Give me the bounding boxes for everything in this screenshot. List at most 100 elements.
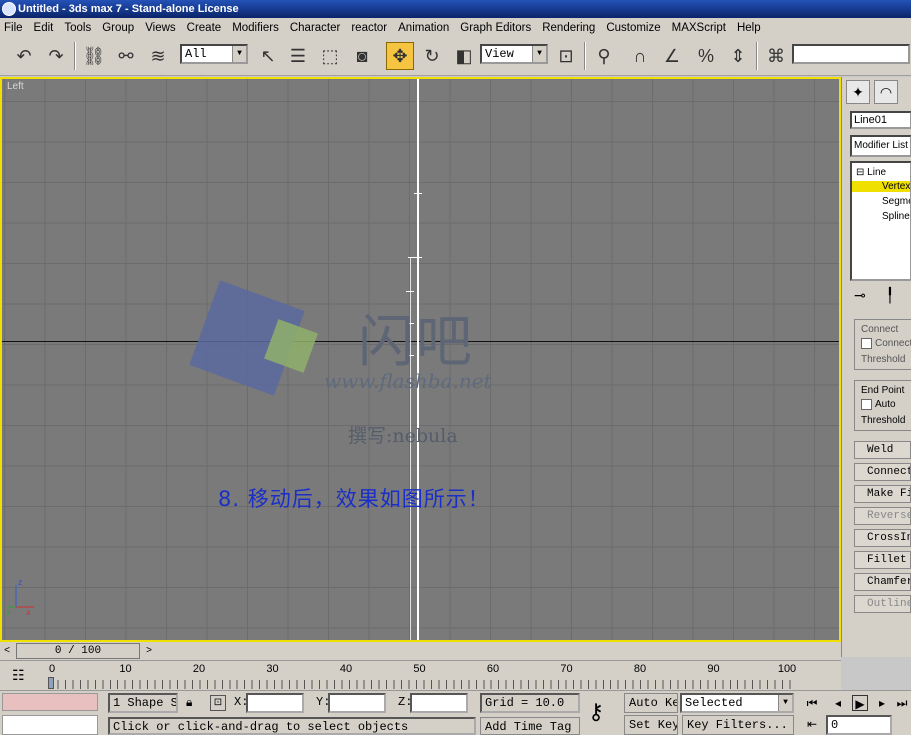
vertex-tick[interactable]: [414, 193, 422, 194]
bind-space-warp-icon[interactable]: ≋: [144, 42, 172, 70]
select-and-manipulate-icon[interactable]: ⚲: [590, 42, 618, 70]
maxscript-input[interactable]: [2, 715, 98, 735]
time-slider[interactable]: < 0 / 100 >: [0, 642, 841, 660]
x-coordinate-field[interactable]: [246, 693, 304, 713]
current-frame-marker[interactable]: [48, 677, 54, 689]
menu-tools[interactable]: Tools: [64, 22, 91, 34]
crossinsert-button[interactable]: CrossInsert: [854, 529, 911, 548]
key-mode-dropdown[interactable]: Selected ▼: [680, 693, 794, 713]
play-icon[interactable]: ▶: [852, 695, 868, 711]
reverse-button[interactable]: Reverse: [854, 507, 911, 526]
previous-frame-icon[interactable]: ◂: [830, 695, 846, 711]
select-and-move-icon[interactable]: ✥: [386, 42, 414, 70]
next-frame-icon[interactable]: ▸: [874, 695, 890, 711]
menu-customize[interactable]: Customize: [606, 22, 660, 34]
track-bar[interactable]: ☷ 0 10 20 30 40 50 60 70 80 90 100: [0, 660, 841, 690]
track-bar-tick-label: 80: [633, 663, 647, 675]
auto-weld-checkbox[interactable]: [861, 399, 872, 411]
select-and-link-icon[interactable]: ⛓: [80, 42, 108, 70]
pin-stack-icon[interactable]: ⊸: [854, 287, 866, 304]
menu-modifiers[interactable]: Modifiers: [232, 22, 279, 34]
menu-group[interactable]: Group: [102, 22, 134, 34]
time-slider-prev-button[interactable]: <: [0, 643, 14, 659]
menu-graph-editors[interactable]: Graph Editors: [460, 22, 531, 34]
go-to-start-icon[interactable]: ⏮: [804, 695, 820, 711]
stack-item-spline[interactable]: Spline: [882, 211, 910, 222]
menu-views[interactable]: Views: [145, 22, 175, 34]
connect-button[interactable]: Connect: [854, 463, 911, 482]
modifier-list-dropdown[interactable]: Modifier List: [850, 135, 911, 157]
lock-selection-icon[interactable]: 🔒︎: [186, 695, 192, 710]
stack-item-line[interactable]: ⊟ Line: [856, 167, 886, 178]
set-key-mode-icon[interactable]: ⚷: [588, 699, 604, 725]
menu-file[interactable]: File: [4, 22, 23, 34]
connect-checkbox[interactable]: [861, 338, 872, 349]
select-by-name-icon[interactable]: ☰: [284, 42, 312, 70]
spinner-snap-icon[interactable]: ⇕: [724, 42, 752, 70]
create-tab-icon[interactable]: ✦: [846, 80, 870, 104]
named-selection-sets-dropdown[interactable]: [792, 44, 910, 64]
z-coordinate-field[interactable]: [410, 693, 468, 713]
time-slider-thumb[interactable]: 0 / 100: [16, 643, 140, 659]
stack-item-segment[interactable]: Segment: [882, 196, 910, 207]
vertex-tick[interactable]: [414, 257, 422, 258]
unlink-icon[interactable]: ⚯: [112, 42, 140, 70]
absolute-mode-icon[interactable]: ⊡: [210, 695, 226, 711]
auto-key-button[interactable]: Auto Key: [624, 693, 678, 713]
time-slider-next-button[interactable]: >: [142, 643, 156, 659]
key-filters-button[interactable]: Key Filters...: [682, 715, 794, 735]
menu-character[interactable]: Character: [290, 22, 341, 34]
y-coordinate-field[interactable]: [328, 693, 386, 713]
key-mode-toggle-icon[interactable]: ⇤: [804, 716, 820, 732]
menu-create[interactable]: Create: [187, 22, 222, 34]
chamfer-button[interactable]: Chamfer: [854, 573, 911, 592]
reference-coordinate-dropdown[interactable]: View ▼: [480, 44, 548, 64]
left-viewport[interactable]: Left 闪吧 www.flashba.net 撰写:nebula 8. 移动后…: [0, 77, 841, 642]
weld-button[interactable]: Weld: [854, 441, 911, 460]
current-frame-field[interactable]: 0: [826, 715, 892, 735]
track-bar-tick-label: 70: [560, 663, 573, 675]
undo-icon[interactable]: ↶: [10, 42, 38, 70]
modifier-stack[interactable]: ⊟ Line Vertex Segment Spline: [850, 161, 911, 281]
show-end-result-icon[interactable]: ╿: [886, 287, 894, 304]
menu-edit[interactable]: Edit: [34, 22, 54, 34]
app-logo-icon[interactable]: [2, 2, 16, 16]
menu-rendering[interactable]: Rendering: [542, 22, 595, 34]
go-to-end-icon[interactable]: ⏭: [894, 695, 910, 711]
object-name-field[interactable]: Line01: [850, 111, 911, 129]
redo-icon[interactable]: ↷: [42, 42, 70, 70]
outline-button[interactable]: Outline: [854, 595, 911, 614]
rectangular-selection-icon[interactable]: ⬚: [316, 42, 344, 70]
track-bar-tick-label: 50: [413, 663, 426, 675]
maxscript-listener-mini[interactable]: [2, 693, 98, 711]
curve-editor-icon[interactable]: ☷: [12, 667, 25, 684]
selection-filter-dropdown[interactable]: All ▼: [180, 44, 248, 64]
selection-filter-value: All: [185, 47, 207, 61]
selection-info: 1 Shape Sel: [108, 693, 178, 713]
window-crossing-icon[interactable]: ◙: [348, 42, 376, 70]
menu-animation[interactable]: Animation: [398, 22, 449, 34]
select-object-icon[interactable]: ↖: [254, 42, 282, 70]
menu-reactor[interactable]: reactor: [351, 22, 387, 34]
snaps-toggle-icon[interactable]: ∩: [626, 42, 654, 70]
stack-item-vertex[interactable]: Vertex: [852, 181, 910, 192]
fillet-button[interactable]: Fillet: [854, 551, 911, 570]
modify-tab-icon[interactable]: ◠: [874, 80, 898, 104]
track-bar-ticks: [50, 680, 797, 689]
key-mode-value: Selected: [685, 696, 743, 710]
axis-tripod-icon: z y x: [6, 578, 34, 617]
track-bar-tick-label: 60: [486, 663, 500, 675]
set-key-button[interactable]: Set Key: [624, 715, 678, 735]
select-and-scale-icon[interactable]: ◧: [450, 42, 478, 70]
pivot-center-icon[interactable]: ⊡: [552, 42, 580, 70]
menu-help[interactable]: Help: [737, 22, 761, 34]
edit-named-selection-icon[interactable]: ⌘: [762, 42, 790, 70]
select-and-rotate-icon[interactable]: ↻: [418, 42, 446, 70]
add-time-tag-button[interactable]: Add Time Tag: [480, 717, 580, 735]
menu-maxscript[interactable]: MAXScript: [672, 22, 726, 34]
vertex-tick[interactable]: [406, 291, 414, 292]
make-first-button[interactable]: Make First: [854, 485, 911, 504]
viewport-label[interactable]: Left: [7, 81, 24, 92]
percent-snap-icon[interactable]: %: [692, 42, 720, 70]
angle-snap-icon[interactable]: ∠: [658, 42, 686, 70]
